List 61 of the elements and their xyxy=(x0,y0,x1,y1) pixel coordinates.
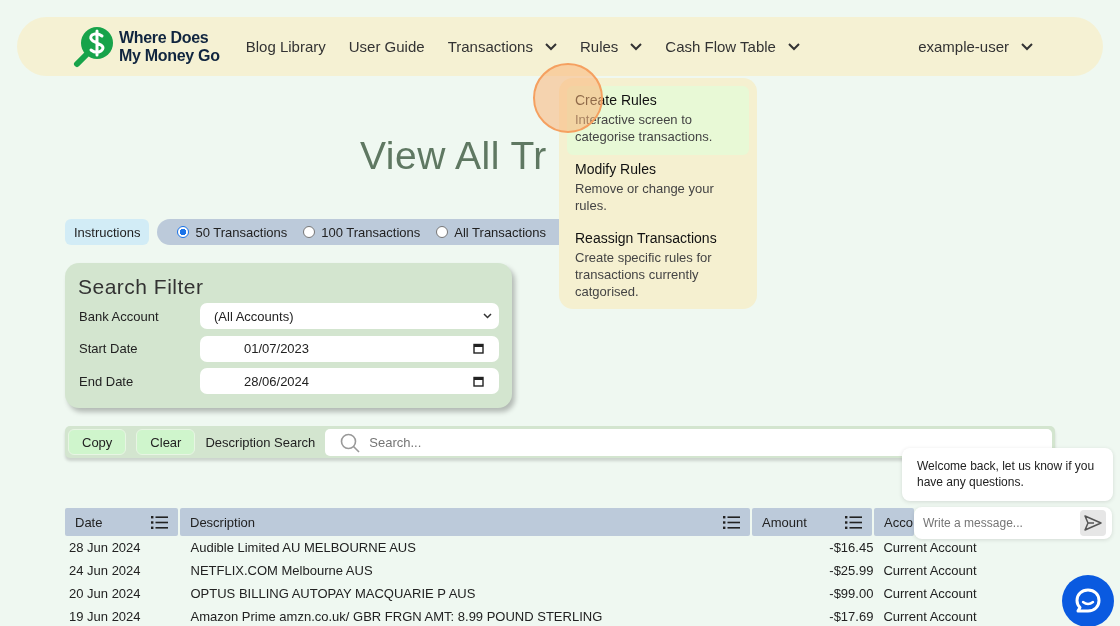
instructions-button[interactable]: Instructions xyxy=(65,219,150,245)
nav-link[interactable]: Blog Library xyxy=(245,38,326,55)
user-menu[interactable]: example-user xyxy=(918,38,1033,55)
table-cell-text: -$25.99 xyxy=(828,563,875,578)
account-select[interactable]: (All Accounts) xyxy=(200,303,499,329)
nav-link[interactable]: Rules xyxy=(579,38,643,55)
table-cell-text: Current Account xyxy=(882,586,978,601)
column-header[interactable]: Acco xyxy=(874,508,914,536)
radio-option[interactable]: 100 Transactions xyxy=(303,224,421,240)
search-field[interactable]: Search... xyxy=(325,428,1052,456)
column-header[interactable]: Amount xyxy=(752,508,872,536)
dollar-magnifier-icon xyxy=(73,25,115,68)
table-cell-text: Current Account xyxy=(882,609,978,624)
column-header[interactable]: Description xyxy=(180,508,750,536)
table-cell-text: Audible Limited AU MELBOURNE AUS xyxy=(189,540,417,555)
nav-link[interactable]: Cash Flow Table xyxy=(665,38,800,55)
chat-message: Welcome back, let us know if you have any questions. xyxy=(902,448,1113,501)
table-cell-text: Current Account xyxy=(882,540,978,555)
table-cell-text: -$16.45 xyxy=(828,540,875,555)
search-icon xyxy=(340,432,361,453)
menu-item[interactable]: Reassign Transactions Create specific rules for transactions currently catgorised. xyxy=(567,224,749,310)
chat-icon xyxy=(1074,587,1102,615)
nav-link[interactable]: Transactions xyxy=(447,38,557,55)
message-field[interactable]: Write a message... xyxy=(914,507,1112,539)
list-icon xyxy=(723,515,740,529)
chat-launcher-button[interactable] xyxy=(1062,575,1114,626)
table-cell-text: -$99.00 xyxy=(828,586,875,601)
menu-item[interactable]: Modify Rules Remove or change your rules. xyxy=(567,155,749,224)
table-cell-text: -$17.69 xyxy=(828,609,875,624)
logo-text[interactable]: My Money Go xyxy=(119,46,220,65)
page-title: View All Tr xyxy=(360,133,547,179)
field-label: Bank Account xyxy=(78,308,160,324)
search-label: Description Search xyxy=(205,434,316,450)
table-cell-text: 19 Jun 2024 xyxy=(68,609,142,624)
toolbar-button[interactable]: Copy xyxy=(68,429,127,455)
chevron-down-icon xyxy=(483,313,492,319)
calendar-icon xyxy=(473,375,484,387)
radio-option[interactable]: 50 Transactions xyxy=(177,224,288,240)
list-icon xyxy=(845,515,862,529)
table-cell-text: 28 Jun 2024 xyxy=(68,540,142,555)
send-icon xyxy=(1084,515,1102,531)
table-cell-text: Current Account xyxy=(882,563,978,578)
date-field[interactable]: 01/07/2023 xyxy=(200,335,499,362)
nav-link[interactable]: User Guide xyxy=(348,38,425,55)
table-cell-text: 20 Jun 2024 xyxy=(68,586,142,601)
table-cell-text: 24 Jun 2024 xyxy=(68,563,142,578)
radio-option[interactable]: All Transactions xyxy=(436,224,547,240)
table-cell-text: Amazon Prime amzn.co.uk/ GBR FRGN AMT: 8.99 POUND STERLING xyxy=(189,609,604,624)
logo-text[interactable]: Where Does xyxy=(119,28,220,47)
toolbar-button[interactable]: Clear xyxy=(136,429,196,455)
table-cell-text: OPTUS BILLING AUTOPAY MACQUARIE P AUS xyxy=(189,586,477,601)
send-button[interactable] xyxy=(1080,510,1106,536)
field-label: End Date xyxy=(78,373,135,389)
calendar-icon xyxy=(473,343,484,354)
chevron-down-icon xyxy=(1021,42,1033,51)
list-icon xyxy=(151,515,168,529)
field-label: Start Date xyxy=(78,341,139,356)
table-cell-text: NETFLIX.COM Melbourne AUS xyxy=(189,563,374,578)
column-header[interactable]: Date xyxy=(65,508,178,536)
date-field[interactable]: 28/06/2024 xyxy=(200,368,499,394)
filter-title: Search Filter xyxy=(78,275,205,299)
